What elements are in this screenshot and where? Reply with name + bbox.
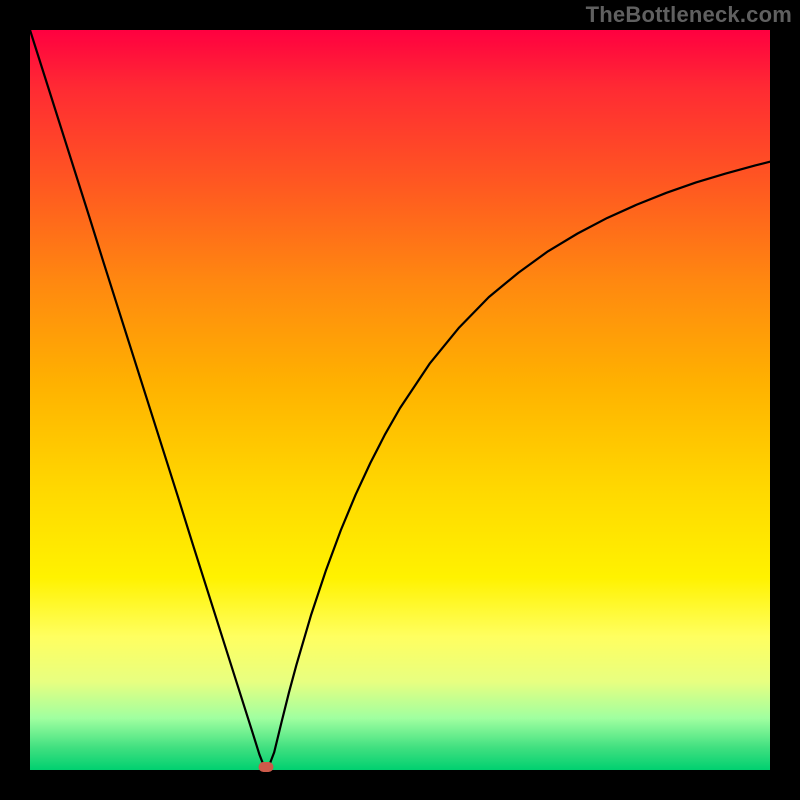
- minimum-marker: [259, 762, 274, 772]
- plot-area: [30, 30, 770, 770]
- curve-path: [30, 30, 770, 768]
- chart-frame: TheBottleneck.com: [0, 0, 800, 800]
- watermark-label: TheBottleneck.com: [586, 2, 792, 28]
- curve-layer: [30, 30, 770, 770]
